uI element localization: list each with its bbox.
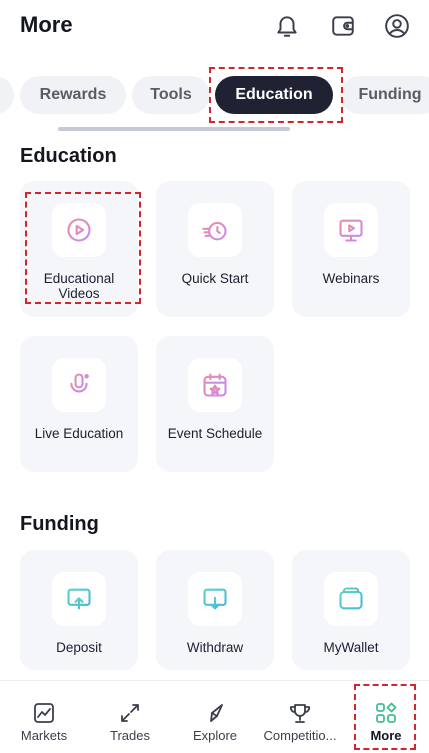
nav-label: Competitio...: [263, 728, 337, 743]
withdraw-icon: [188, 572, 242, 626]
compass-icon: [203, 701, 227, 725]
bottom-nav: Markets Trades Explore Competitio... Mor…: [0, 680, 429, 753]
card-label: Withdraw: [186, 640, 244, 655]
calendar-star-icon: [188, 358, 242, 412]
category-tabs: Rewards Tools Education Funding: [0, 74, 429, 116]
wallet-icon[interactable]: [329, 12, 357, 40]
trades-arrows-icon: [118, 701, 142, 725]
card-label: Deposit: [56, 640, 102, 655]
bell-icon[interactable]: [273, 12, 301, 40]
deposit-icon: [52, 572, 106, 626]
chart-icon: [32, 701, 56, 725]
card-label: Quick Start: [181, 271, 249, 286]
user-icon[interactable]: [383, 12, 411, 40]
tab-rewards[interactable]: Rewards: [20, 76, 126, 114]
nav-explore[interactable]: Explore: [172, 681, 258, 753]
nav-label: Explore: [192, 728, 238, 743]
tab-partial[interactable]: [0, 76, 14, 114]
card-deposit[interactable]: Deposit: [20, 550, 138, 670]
card-label: Educational Videos: [43, 271, 115, 301]
nav-label: More: [370, 728, 402, 743]
tab-education[interactable]: Education: [215, 76, 333, 114]
card-quick-start[interactable]: Quick Start: [156, 181, 274, 317]
header: More: [0, 0, 429, 56]
card-live-education[interactable]: Live Education: [20, 336, 138, 472]
trophy-icon: [288, 701, 312, 725]
monitor-play-icon: [324, 203, 378, 257]
nav-competitions[interactable]: Competitio...: [257, 681, 343, 753]
nav-markets[interactable]: Markets: [1, 681, 87, 753]
card-mywallet[interactable]: MyWallet: [292, 550, 410, 670]
nav-label: Markets: [20, 728, 68, 743]
page-title: More: [20, 12, 73, 37]
nav-more[interactable]: More: [343, 681, 429, 753]
nav-trades[interactable]: Trades: [87, 681, 173, 753]
card-label: MyWallet: [323, 640, 379, 655]
tab-tools[interactable]: Tools: [132, 76, 210, 114]
card-event-schedule[interactable]: Event Schedule: [156, 336, 274, 472]
microphone-icon: [52, 358, 106, 412]
card-label: Live Education: [34, 426, 124, 441]
section-title-education: Education: [20, 145, 117, 167]
section-title-funding: Funding: [20, 513, 99, 535]
card-webinars[interactable]: Webinars: [292, 181, 410, 317]
play-circle-icon: [52, 203, 106, 257]
card-label: Webinars: [322, 271, 380, 286]
tab-funding[interactable]: Funding: [340, 76, 429, 114]
tabs-scroll-indicator: [58, 127, 290, 131]
nav-label: Trades: [110, 728, 150, 743]
card-educational-videos[interactable]: Educational Videos: [20, 181, 138, 317]
stopwatch-icon: [188, 203, 242, 257]
card-withdraw[interactable]: Withdraw: [156, 550, 274, 670]
grid-more-icon: [374, 701, 398, 725]
mywallet-icon: [324, 572, 378, 626]
card-label: Event Schedule: [167, 426, 263, 441]
